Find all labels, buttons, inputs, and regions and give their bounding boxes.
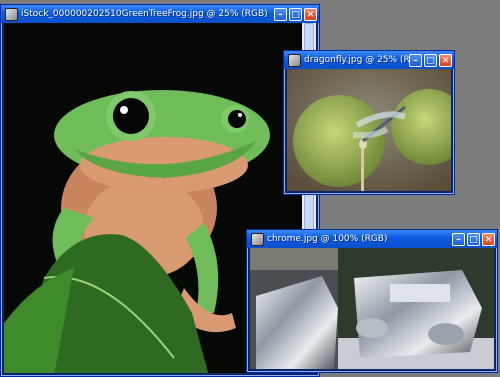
dragonfly-window-title: dragonfly.jpg @ 25% (RGB) [304, 55, 409, 65]
close-button[interactable]: ✕ [304, 7, 317, 21]
close-button[interactable]: ✕ [482, 232, 495, 246]
dragonfly-photo [287, 69, 451, 191]
frog-window-title: iStock_000000202510GreenTreeFrog.jpg @ 2… [21, 9, 268, 19]
photoshop-document-icon [251, 232, 264, 246]
maximize-button[interactable]: □ [289, 7, 302, 21]
maximize-button[interactable]: □ [424, 53, 437, 67]
dragonfly-image-window[interactable]: dragonfly.jpg @ 25% (RGB) – □ ✕ [283, 50, 455, 195]
dragonfly-window-titlebar[interactable]: dragonfly.jpg @ 25% (RGB) – □ ✕ [284, 51, 454, 69]
chrome-engine-photo [250, 248, 494, 369]
chrome-window-title: chrome.jpg @ 100% (RGB) [267, 234, 388, 244]
close-button[interactable]: ✕ [439, 53, 452, 67]
photoshop-document-icon [288, 53, 301, 67]
chrome-image-canvas [250, 248, 494, 369]
minimize-button[interactable]: – [409, 53, 422, 67]
frog-window-titlebar[interactable]: iStock_000000202510GreenTreeFrog.jpg @ 2… [1, 5, 319, 23]
dragonfly-image-canvas [287, 69, 451, 191]
photoshop-document-icon [5, 7, 18, 21]
chrome-window-titlebar[interactable]: chrome.jpg @ 100% (RGB) – □ ✕ [247, 230, 497, 248]
minimize-button[interactable]: – [452, 232, 465, 246]
minimize-button[interactable]: – [274, 7, 287, 21]
chrome-image-window[interactable]: chrome.jpg @ 100% (RGB) – □ ✕ [246, 229, 498, 373]
maximize-button[interactable]: □ [467, 232, 480, 246]
